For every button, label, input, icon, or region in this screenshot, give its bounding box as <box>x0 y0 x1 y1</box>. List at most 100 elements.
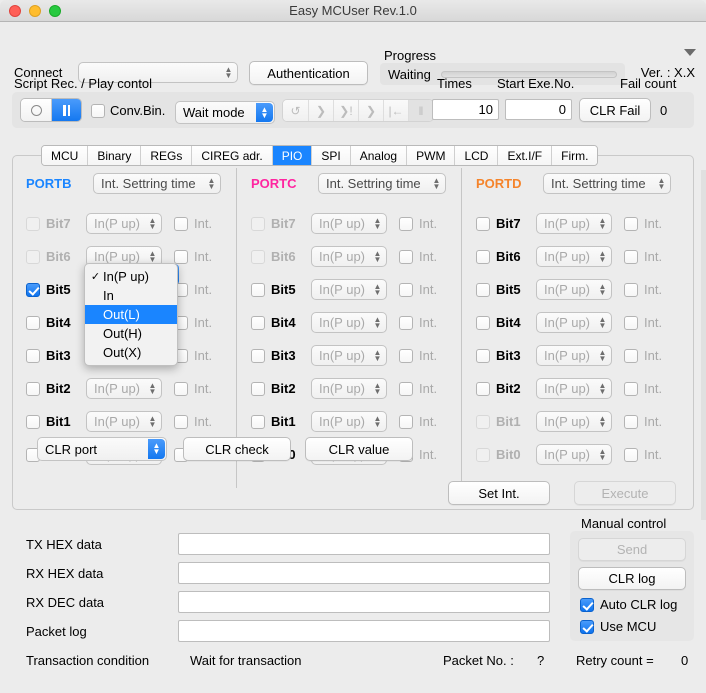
bit-int-row[interactable]: Int. <box>399 348 437 363</box>
bit-mode-select[interactable]: In(P up) ▲▼ <box>86 411 162 432</box>
bit-int-checkbox[interactable] <box>174 216 188 231</box>
bit-mode-select[interactable]: In(P up) ▲▼ <box>311 279 387 300</box>
bit-checkbox-row[interactable]: Bit4 <box>251 315 311 330</box>
bit-int-checkbox[interactable] <box>624 414 638 429</box>
bit-int-row[interactable]: Int. <box>399 315 437 330</box>
bit-checkbox[interactable] <box>251 315 265 330</box>
bit-checkbox[interactable] <box>476 216 490 231</box>
bit-int-row[interactable]: Int. <box>174 216 212 231</box>
bit-mode-select[interactable]: In(P up) ▲▼ <box>311 345 387 366</box>
bit-int-row[interactable]: Int. <box>399 216 437 231</box>
vertical-scrollbar[interactable] <box>701 170 706 520</box>
bit-checkbox[interactable] <box>26 414 40 429</box>
bit-checkbox-row[interactable]: Bit5 <box>251 282 311 297</box>
zoom-button[interactable] <box>49 4 61 17</box>
bit-int-row[interactable]: Int. <box>624 315 662 330</box>
step-button[interactable]: ❯ <box>308 100 333 121</box>
bit-checkbox[interactable] <box>26 315 40 330</box>
tab-mcu[interactable]: MCU <box>42 146 88 165</box>
pause-button[interactable] <box>51 99 81 121</box>
tab-regs[interactable]: REGs <box>140 146 192 165</box>
bit-mode-select[interactable]: In(P up) ▲▼ <box>311 312 387 333</box>
bit-int-row[interactable]: Int. <box>624 447 662 462</box>
bit-int-checkbox[interactable] <box>399 216 413 231</box>
bit-checkbox-row[interactable]: Bit5 <box>26 282 86 297</box>
bit-int-row[interactable]: Int. <box>399 381 437 396</box>
tab-firm[interactable]: Firm. <box>551 146 598 165</box>
bit-int-checkbox[interactable] <box>399 414 413 429</box>
tab-spi[interactable]: SPI <box>311 146 350 165</box>
clr-log-button[interactable]: CLR log <box>578 567 686 590</box>
menu-item-in[interactable]: In <box>85 286 177 305</box>
bit-checkbox-row[interactable]: Bit1 <box>26 414 86 429</box>
bit-int-row[interactable]: Int. <box>174 315 212 330</box>
triangle-down-icon[interactable] <box>684 49 696 56</box>
bit-int-checkbox[interactable] <box>399 282 413 297</box>
bit-int-row[interactable]: Int. <box>624 414 662 429</box>
clr-port-select[interactable]: CLR port ▲ ▼ <box>37 437 167 461</box>
bit-int-checkbox[interactable] <box>399 348 413 363</box>
bit-int-row[interactable]: Int. <box>174 348 212 363</box>
clr-fail-button[interactable]: CLR Fail <box>579 98 651 122</box>
bit-checkbox[interactable] <box>26 348 40 363</box>
bit-int-checkbox[interactable] <box>624 282 638 297</box>
bit-checkbox-row[interactable]: Bit3 <box>251 348 311 363</box>
close-button[interactable] <box>9 4 21 17</box>
bit-int-checkbox[interactable] <box>399 249 413 264</box>
authentication-button[interactable]: Authentication <box>249 61 368 85</box>
bit-mode-select[interactable]: In(P up) ▲▼ <box>86 213 162 234</box>
tab-binary[interactable]: Binary <box>87 146 141 165</box>
data-field-input[interactable] <box>178 591 550 613</box>
step-break-button[interactable]: ❯! <box>333 100 358 121</box>
bit-int-checkbox[interactable] <box>624 249 638 264</box>
bit-int-row[interactable]: Int. <box>624 216 662 231</box>
minimize-button[interactable] <box>29 4 41 17</box>
bit-checkbox[interactable] <box>476 249 490 264</box>
bit-checkbox-row[interactable]: Bit7 <box>476 216 536 231</box>
int-setting-time-select-portc[interactable]: Int. Settring time ▲ ▼ <box>318 173 446 194</box>
bit-int-row[interactable]: Int. <box>624 381 662 396</box>
bit-checkbox-row[interactable]: Bit4 <box>476 315 536 330</box>
bit-int-checkbox[interactable] <box>399 381 413 396</box>
tab-cireg-adr[interactable]: CIREG adr. <box>191 146 272 165</box>
bit-int-row[interactable]: Int. <box>624 249 662 264</box>
bit-checkbox-row[interactable]: Bit4 <box>26 315 86 330</box>
bit-mode-select[interactable]: In(P up) ▲▼ <box>536 312 612 333</box>
menu-item-in-p-up[interactable]: ✓ In(P up) <box>85 267 177 286</box>
tab-lcd[interactable]: LCD <box>454 146 498 165</box>
bit-checkbox-row[interactable]: Bit1 <box>251 414 311 429</box>
bit-int-row[interactable]: Int. <box>399 282 437 297</box>
int-setting-time-select-portb[interactable]: Int. Settring time ▲ ▼ <box>93 173 221 194</box>
bit-mode-select[interactable]: In(P up) ▲▼ <box>536 345 612 366</box>
bit-mode-select[interactable]: In(P up) ▲▼ <box>536 444 612 465</box>
play-button[interactable]: ❯ <box>358 100 383 121</box>
clr-value-button[interactable]: CLR value <box>305 437 413 461</box>
bit-int-checkbox[interactable] <box>624 381 638 396</box>
bit-checkbox-row[interactable]: Bit2 <box>476 381 536 396</box>
bit-int-row[interactable]: Int. <box>399 249 437 264</box>
use-mcu-row[interactable]: Use MCU <box>580 619 656 634</box>
auto-clr-log-checkbox[interactable] <box>580 597 594 612</box>
bit-int-checkbox[interactable] <box>174 249 188 264</box>
loop-button[interactable]: ↺ <box>283 100 308 121</box>
menu-item-out-x[interactable]: Out(X) <box>85 343 177 362</box>
wait-mode-select[interactable]: Wait mode ▲ ▼ <box>175 101 275 124</box>
bit-checkbox[interactable] <box>251 414 265 429</box>
bit-mode-select[interactable]: In(P up) ▲▼ <box>86 378 162 399</box>
bit-checkbox[interactable] <box>251 348 265 363</box>
bit-mode-select[interactable]: In(P up) ▲▼ <box>311 411 387 432</box>
bit-int-checkbox[interactable] <box>399 315 413 330</box>
bit-checkbox-row[interactable]: Bit6 <box>476 249 536 264</box>
bit-checkbox-row[interactable]: Bit2 <box>26 381 86 396</box>
bit-checkbox-row[interactable]: Bit5 <box>476 282 536 297</box>
bit-int-row[interactable]: Int. <box>174 381 212 396</box>
conv-bin-checkbox-row[interactable]: Conv.Bin. <box>91 103 165 118</box>
bit-int-row[interactable]: Int. <box>624 348 662 363</box>
bit-mode-select[interactable]: In(P up) ▲▼ <box>311 246 387 267</box>
record-button[interactable] <box>21 99 51 121</box>
tab-pio[interactable]: PIO <box>271 146 312 165</box>
bit-checkbox-row[interactable]: Bit2 <box>251 381 311 396</box>
int-setting-time-select-portd[interactable]: Int. Settring time ▲ ▼ <box>543 173 671 194</box>
data-field-input[interactable] <box>178 562 550 584</box>
bit-int-checkbox[interactable] <box>174 414 188 429</box>
